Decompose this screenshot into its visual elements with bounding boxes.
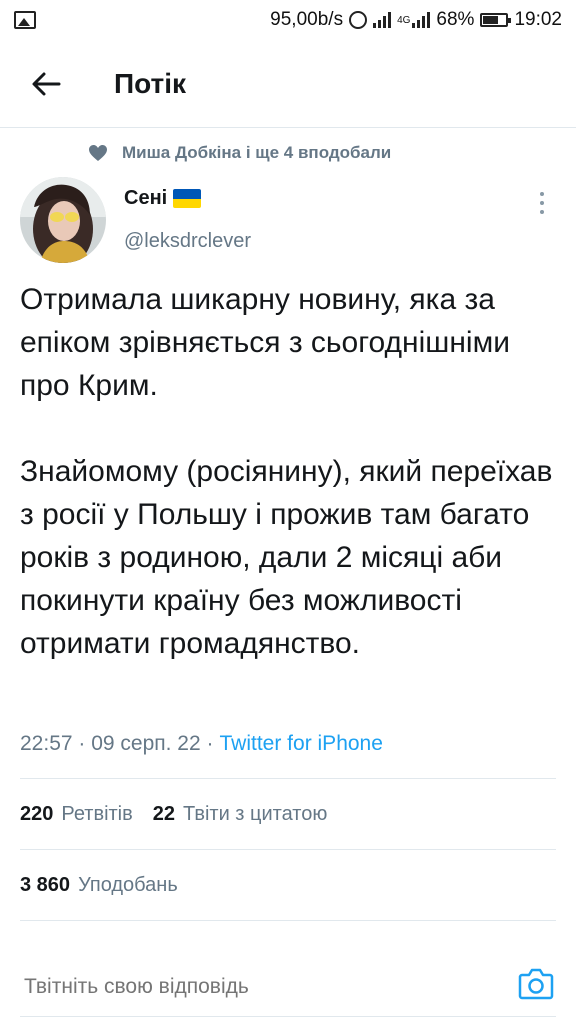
back-button[interactable] [16, 54, 76, 114]
more-dot-icon [540, 201, 544, 205]
battery-percent: 68% [436, 9, 475, 30]
gallery-notification-icon [14, 11, 36, 29]
more-dot-icon [540, 210, 544, 214]
retweets-label: Ретвітів [61, 803, 133, 825]
retweets-stat[interactable]: 220 Ретвітів [20, 803, 133, 826]
battery-icon [480, 13, 512, 27]
more-options-button[interactable] [530, 190, 554, 216]
divider [20, 778, 556, 779]
more-dot-icon [540, 192, 544, 196]
author-handle[interactable]: @leksdrclever [124, 230, 251, 253]
stats-row-retweets: 220 Ретвітів 22 Твіти з цитатою [20, 803, 327, 826]
network-type: 4G [397, 14, 411, 26]
status-bar: 95,00b/s 4G 68% 19:02 [0, 0, 576, 40]
signal-icon-2 [412, 12, 431, 28]
page-title: Потік [114, 67, 187, 99]
app-header: Потік [0, 40, 576, 128]
arrow-left-icon [32, 72, 61, 95]
camera-icon [518, 968, 554, 1000]
social-context-text: Миша Добкіна і ще 4 вподобали [122, 143, 392, 162]
camera-button[interactable] [518, 966, 554, 1005]
clock: 19:02 [514, 9, 562, 30]
divider [20, 920, 556, 921]
tweet-meta: 22:57 · 09 серп. 22 · Twitter for iPhone [20, 732, 383, 756]
likes-stat[interactable]: 3 860 Уподобань [20, 874, 178, 897]
quotes-label: Твіти з цитатою [183, 803, 328, 825]
tweet-source-link[interactable]: Twitter for iPhone [220, 732, 383, 756]
likes-count: 3 860 [20, 874, 71, 896]
tweet-paragraph-1: Отримала шикарну новину, яка за епіком з… [20, 283, 510, 402]
tweet-timestamp: 22:57 · 09 серп. 22 · [20, 732, 214, 755]
author-name: Сені [124, 187, 168, 209]
reply-input[interactable] [24, 975, 494, 999]
quotes-stat[interactable]: 22 Твіти з цитатою [153, 803, 328, 826]
avatar-image [20, 177, 106, 263]
tweet-paragraph-2: Знайомому (росіянину), який переїхав з р… [20, 455, 553, 660]
social-context[interactable]: Миша Добкіна і ще 4 вподобали [88, 143, 391, 163]
alarm-icon [349, 11, 368, 29]
author-name-row[interactable]: Сені [124, 187, 202, 210]
reply-underline [20, 1016, 556, 1017]
ukraine-flag-icon [173, 189, 202, 208]
avatar[interactable] [20, 177, 106, 263]
divider [20, 849, 556, 850]
stats-row-likes: 3 860 Уподобань [20, 874, 178, 897]
likes-label: Уподобань [78, 874, 178, 896]
retweets-count: 220 [20, 803, 54, 825]
heart-icon [89, 145, 107, 161]
tweet-text: Отримала шикарну новину, яка за епіком з… [20, 278, 560, 665]
network-speed: 95,00b/s [270, 9, 344, 30]
signal-icon [373, 12, 392, 28]
reply-bar [0, 950, 576, 1024]
quotes-count: 22 [152, 803, 176, 825]
